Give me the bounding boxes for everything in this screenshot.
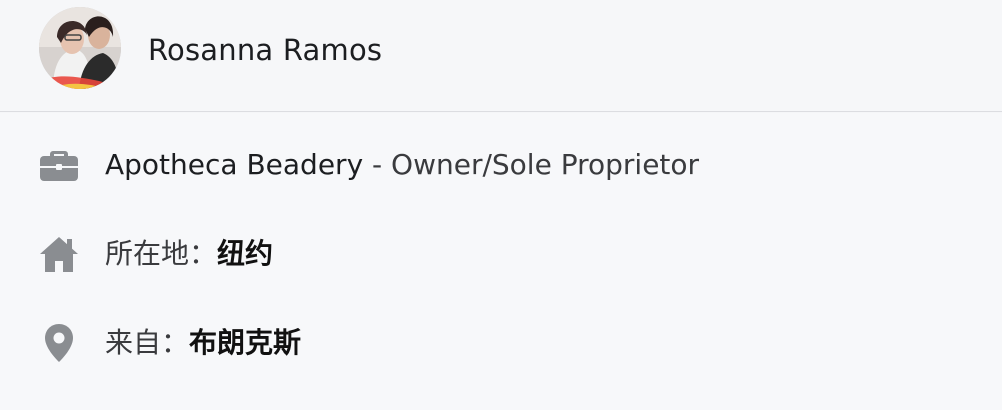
- from-row: 来自：布朗克斯: [0, 313, 1002, 373]
- briefcase-icon: [38, 143, 80, 187]
- work-text: Apotheca Beadery - Owner/Sole Proprietor: [105, 145, 699, 185]
- lives-in-text: 所在地：纽约: [105, 234, 273, 274]
- work-company[interactable]: Apotheca Beadery: [105, 148, 363, 181]
- avatar[interactable]: [39, 7, 121, 89]
- lives-in-label: 所在地：: [105, 237, 218, 270]
- location-pin-icon: [38, 321, 80, 365]
- home-icon: [38, 232, 80, 276]
- work-row: Apotheca Beadery - Owner/Sole Proprietor: [0, 135, 1002, 195]
- work-role: Owner/Sole Proprietor: [391, 148, 700, 181]
- avatar-image: [39, 7, 121, 89]
- lives-in-value[interactable]: 纽约: [217, 237, 273, 270]
- from-text: 来自：布朗克斯: [105, 323, 301, 363]
- lives-in-row: 所在地：纽约: [0, 224, 1002, 284]
- from-value[interactable]: 布朗克斯: [189, 326, 301, 359]
- work-separator: -: [363, 148, 392, 181]
- profile-name[interactable]: Rosanna Ramos: [148, 30, 382, 70]
- intro-info-list: Apotheca Beadery - Owner/Sole Proprietor…: [0, 113, 1002, 410]
- profile-header: Rosanna Ramos: [0, 0, 1002, 112]
- from-label: 来自：: [105, 326, 190, 359]
